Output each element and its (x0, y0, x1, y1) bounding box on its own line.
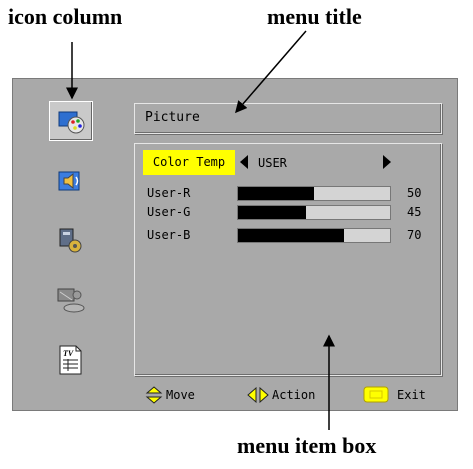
icon-column: TV (41, 98, 103, 398)
user-b-slider[interactable] (237, 228, 391, 243)
tv-guide-icon[interactable]: TV (49, 341, 91, 379)
move-arrows-icon (145, 386, 163, 404)
color-temp-value: USER (258, 156, 287, 170)
user-g-slider[interactable] (237, 205, 391, 220)
setup-icon[interactable] (49, 221, 91, 259)
footer-move-label: Move (166, 388, 195, 402)
sound-icon[interactable] (49, 161, 91, 199)
user-b-label: User-B (147, 228, 191, 242)
features-icon-glyph (57, 288, 85, 313)
setup-icon-glyph (59, 228, 82, 253)
picture-icon[interactable] (49, 101, 93, 141)
footer-action-label: Action (272, 388, 316, 402)
exit-key-icon (363, 386, 389, 403)
user-b-fill (238, 229, 345, 242)
tv-guide-icon-glyph: TV (59, 345, 82, 375)
color-temp-item[interactable]: Color Temp (143, 150, 235, 175)
value-left-arrow-icon[interactable] (240, 155, 248, 169)
user-r-value: 50 (407, 186, 422, 200)
user-g-value: 45 (407, 205, 422, 219)
user-r-fill (238, 187, 314, 200)
menu-item-box (134, 143, 442, 376)
user-g-fill (238, 206, 307, 219)
menu-title-box: Picture (134, 103, 442, 134)
user-r-slider[interactable] (237, 186, 391, 201)
user-b-value: 70 (407, 228, 422, 242)
menu-title: Picture (145, 110, 200, 125)
picture-icon-glyph (58, 111, 85, 134)
user-g-label: User-G (147, 205, 191, 219)
svg-text:TV: TV (63, 349, 74, 358)
action-arrows-icon (247, 387, 269, 403)
features-icon[interactable] (49, 281, 91, 319)
footer-exit-label: Exit (397, 388, 426, 402)
value-right-arrow-icon[interactable] (383, 155, 391, 169)
user-r-label: User-R (147, 186, 191, 200)
callout-icon-column: icon column (8, 4, 123, 29)
callout-menu-title: menu title (267, 4, 362, 29)
sound-icon-glyph (58, 171, 80, 191)
callout-menu-item-box: menu item box (237, 433, 377, 458)
